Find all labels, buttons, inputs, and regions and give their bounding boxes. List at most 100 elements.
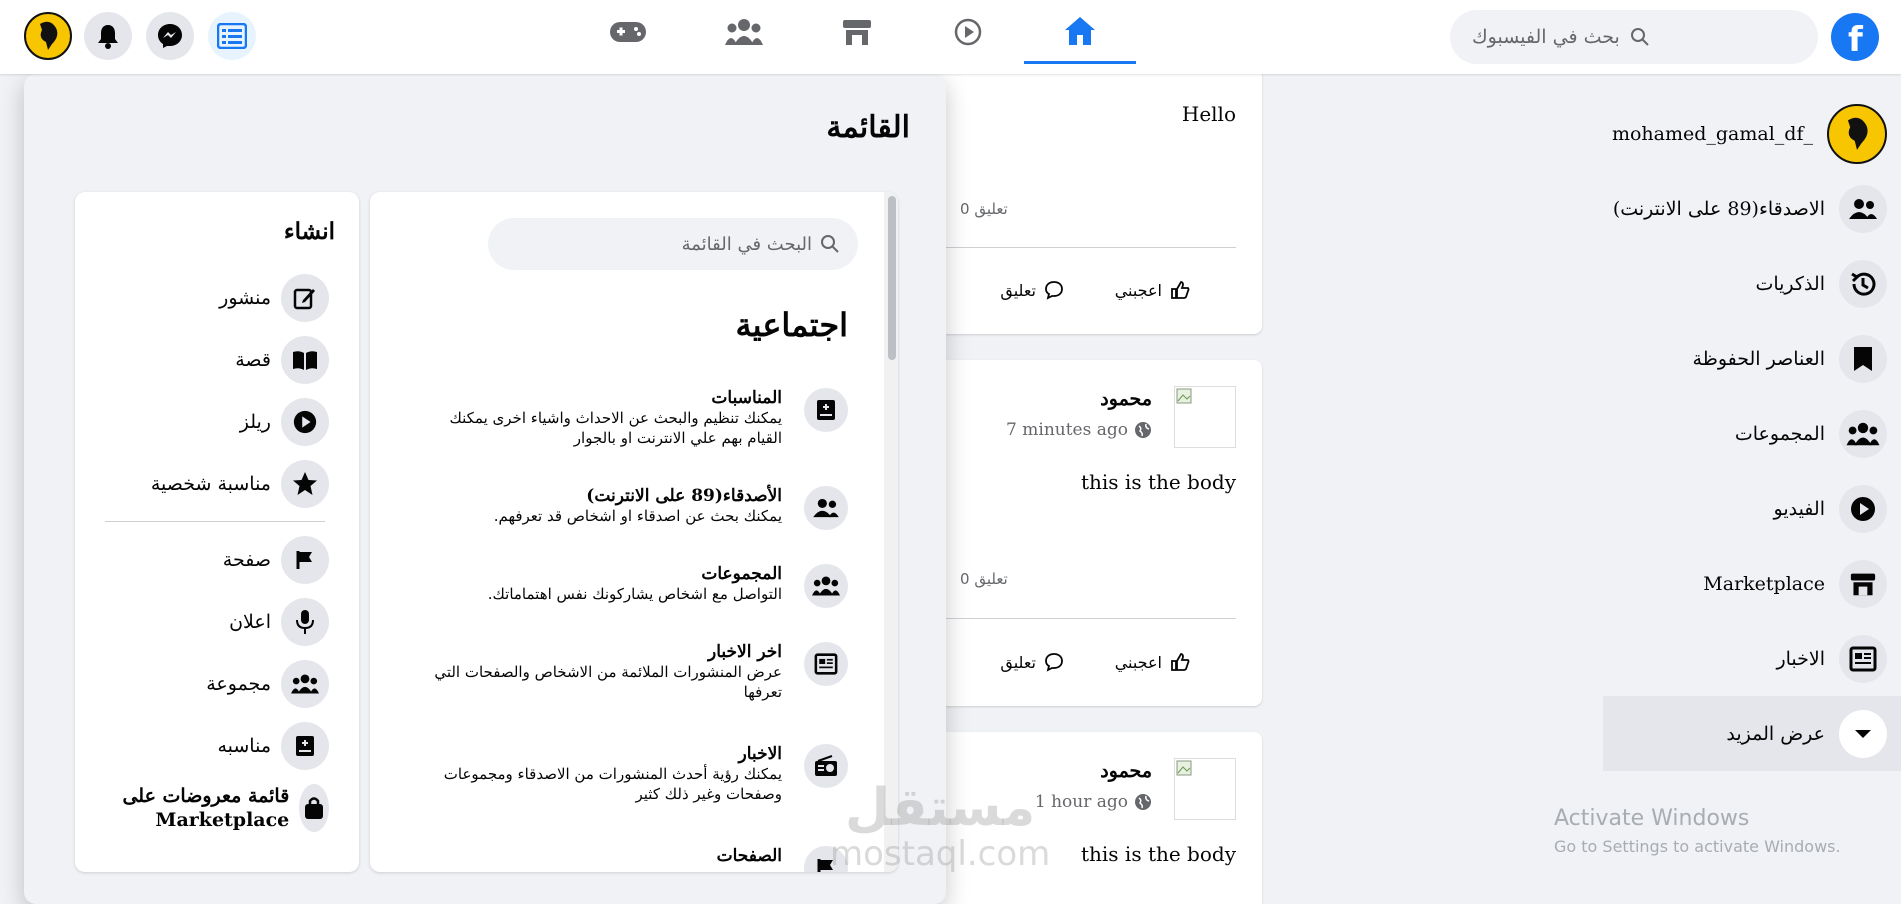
- create-item-label: مناسبة شخصية: [150, 473, 271, 495]
- create-item-label: ريلز: [239, 411, 271, 433]
- post-author[interactable]: محمود: [1100, 388, 1152, 410]
- sidebar-item-news[interactable]: الاخبار: [1601, 621, 1901, 696]
- post-timestamp[interactable]: 7 minutes ago: [1006, 420, 1152, 440]
- svg-text:f: f: [1848, 20, 1864, 60]
- menu-item-latest-news[interactable]: اخر الاخبار عرض المنشورات الملائمة من الا…: [428, 642, 848, 702]
- chevron-down-icon: [1839, 709, 1887, 758]
- tab-gaming[interactable]: [572, 0, 684, 64]
- flag-icon: [281, 536, 329, 584]
- create-item-label: قائمة معروضات على Marketplace: [122, 785, 290, 831]
- menu-item-friends[interactable]: الأصدقاء(89 على الانترنت) يمكنك بحث عن اص…: [428, 486, 848, 530]
- post-divider: [920, 618, 1236, 619]
- create-section: انشاء منشور قصة ريلز مناسبة شخصية صفحة ا…: [75, 192, 359, 872]
- top-navigation-bar: f بحث في الفيسبوك: [0, 0, 1901, 74]
- groups-icon: [804, 564, 848, 608]
- watermark-arabic: مستقل: [845, 778, 1036, 838]
- create-item-label: اعلان: [229, 611, 271, 633]
- play-icon: [281, 398, 329, 446]
- post-author-avatar: [1174, 386, 1236, 448]
- create-life-event-button[interactable]: مناسبة شخصية: [151, 460, 329, 508]
- create-group-button[interactable]: مجموعة: [206, 660, 329, 708]
- tab-watch[interactable]: [912, 0, 1024, 64]
- sidebar-item-groups[interactable]: المجموعات: [1601, 396, 1901, 471]
- sidebar-item-memories[interactable]: الذكريات: [1601, 246, 1901, 321]
- menu-item-title: الصفحات: [716, 846, 782, 866]
- groups-icon: [1839, 409, 1887, 458]
- bell-icon: [98, 25, 118, 49]
- messenger-icon: [158, 24, 182, 48]
- activate-title: Activate Windows: [1554, 806, 1750, 831]
- facebook-search-bar[interactable]: بحث في الفيسبوك: [1450, 10, 1818, 64]
- comment-button[interactable]: تعليق: [1000, 652, 1064, 672]
- marketplace-icon: [1839, 559, 1887, 608]
- create-marketplace-listing-button[interactable]: قائمة معروضات على Marketplace: [99, 784, 329, 832]
- comment-label: تعليق: [1000, 280, 1036, 300]
- menu-item-groups[interactable]: المجموعات التواصل مع اشخاص يشاركونك نفس ا…: [428, 564, 848, 608]
- globe-icon: [1135, 422, 1151, 438]
- tab-marketplace[interactable]: [801, 0, 913, 64]
- post-timestamp[interactable]: 1 hour ago: [1035, 792, 1152, 812]
- news-icon: [1839, 634, 1887, 683]
- create-reels-button[interactable]: ريلز: [240, 398, 329, 446]
- social-section-title: اجتماعية: [735, 306, 848, 344]
- messenger-button[interactable]: [146, 12, 194, 60]
- notifications-button[interactable]: [84, 12, 132, 60]
- like-button[interactable]: اعجبني: [1115, 280, 1190, 300]
- like-button[interactable]: اعجبني: [1115, 652, 1190, 672]
- menu-item-desc: عرض المنشورات الملائمة من الاشخاص والصفح…: [434, 663, 782, 701]
- friends-icon: [1839, 184, 1887, 233]
- menu-item-pages[interactable]: الصفحات: [428, 846, 848, 872]
- sidebar-item-label: الاصدقاء(89 على الانترنت): [1612, 197, 1825, 220]
- sidebar-item-profile[interactable]: mohamed_gamal_df_: [1601, 96, 1901, 171]
- menu-scrollbar[interactable]: [884, 192, 898, 872]
- friends-icon: [804, 486, 848, 530]
- search-placeholder: بحث في الفيسبوك: [1472, 26, 1620, 48]
- sidebar-item-friends[interactable]: الاصدقاء(89 على الانترنت): [1601, 171, 1901, 246]
- create-item-label: مناسبه: [217, 735, 271, 757]
- menu-search-placeholder: البحث في القائمة: [681, 233, 812, 255]
- menu-item-desc: يمكنك تنظيم والبحث عن الاحداث واشياء اخر…: [449, 409, 782, 447]
- tab-groups[interactable]: [688, 0, 800, 64]
- account-avatar[interactable]: [24, 12, 72, 60]
- menu-title: القائمة: [826, 110, 910, 145]
- event-icon: [804, 388, 848, 432]
- sidebar-item-marketplace[interactable]: Marketplace: [1601, 546, 1901, 621]
- groups-icon: [281, 660, 329, 708]
- sidebar-item-saved[interactable]: العناصر الحفوظة: [1601, 321, 1901, 396]
- left-navigation-sidebar: mohamed_gamal_df_ الاصدقاء(89 على الانتر…: [1601, 96, 1901, 771]
- create-ad-button[interactable]: اعلان: [229, 598, 329, 646]
- watch-icon: [954, 18, 982, 46]
- create-event-button[interactable]: مناسبه: [217, 722, 329, 770]
- post-body: Hello: [1181, 102, 1236, 126]
- menu-item-desc: يمكنك بحث عن اصدقاء او اشخاص قد تعرفهم.: [493, 507, 782, 525]
- see-more-button[interactable]: عرض المزيد: [1603, 696, 1901, 771]
- sidebar-item-video[interactable]: الفيديو: [1601, 471, 1901, 546]
- menu-button[interactable]: [208, 12, 256, 60]
- facebook-logo-icon[interactable]: f: [1831, 13, 1879, 61]
- menu-item-title: الأصدقاء(89 على الانترنت): [586, 486, 782, 506]
- create-item-label: قصة: [235, 349, 271, 371]
- create-post-button[interactable]: منشور: [219, 274, 329, 322]
- video-icon: [1839, 484, 1887, 533]
- create-page-button[interactable]: صفحة: [223, 536, 329, 584]
- edit-icon: [281, 274, 329, 322]
- groups-icon: [725, 19, 763, 45]
- dragon-avatar-icon: [1847, 117, 1868, 150]
- menu-panel: القائمة البحث في القائمة اجتماعية المناس…: [24, 74, 946, 904]
- menu-item-events[interactable]: المناسبات يمكنك تنظيم والبحث عن الاحداث و…: [428, 388, 848, 448]
- scrollbar-thumb[interactable]: [888, 196, 896, 360]
- sidebar-item-label: العناصر الحفوظة: [1692, 347, 1825, 370]
- post-body: this is the body: [1080, 842, 1236, 866]
- comment-label: تعليق: [1000, 652, 1036, 672]
- like-label: اعجبني: [1114, 280, 1162, 300]
- create-story-button[interactable]: قصة: [235, 336, 329, 384]
- comment-button[interactable]: تعليق: [1000, 280, 1064, 300]
- menu-search-input[interactable]: البحث في القائمة: [488, 218, 858, 270]
- tab-home[interactable]: [1024, 0, 1136, 64]
- memories-icon: [1839, 259, 1887, 308]
- saved-icon: [1839, 334, 1887, 383]
- post-author[interactable]: محمود: [1100, 760, 1152, 782]
- post-card: Hello 0 تعليق اعجبني تعليق: [920, 40, 1262, 334]
- menu-item-news[interactable]: الاخبار يمكنك رؤية أحدث المنشورات من الاص…: [428, 744, 848, 804]
- bag-icon: [299, 784, 329, 832]
